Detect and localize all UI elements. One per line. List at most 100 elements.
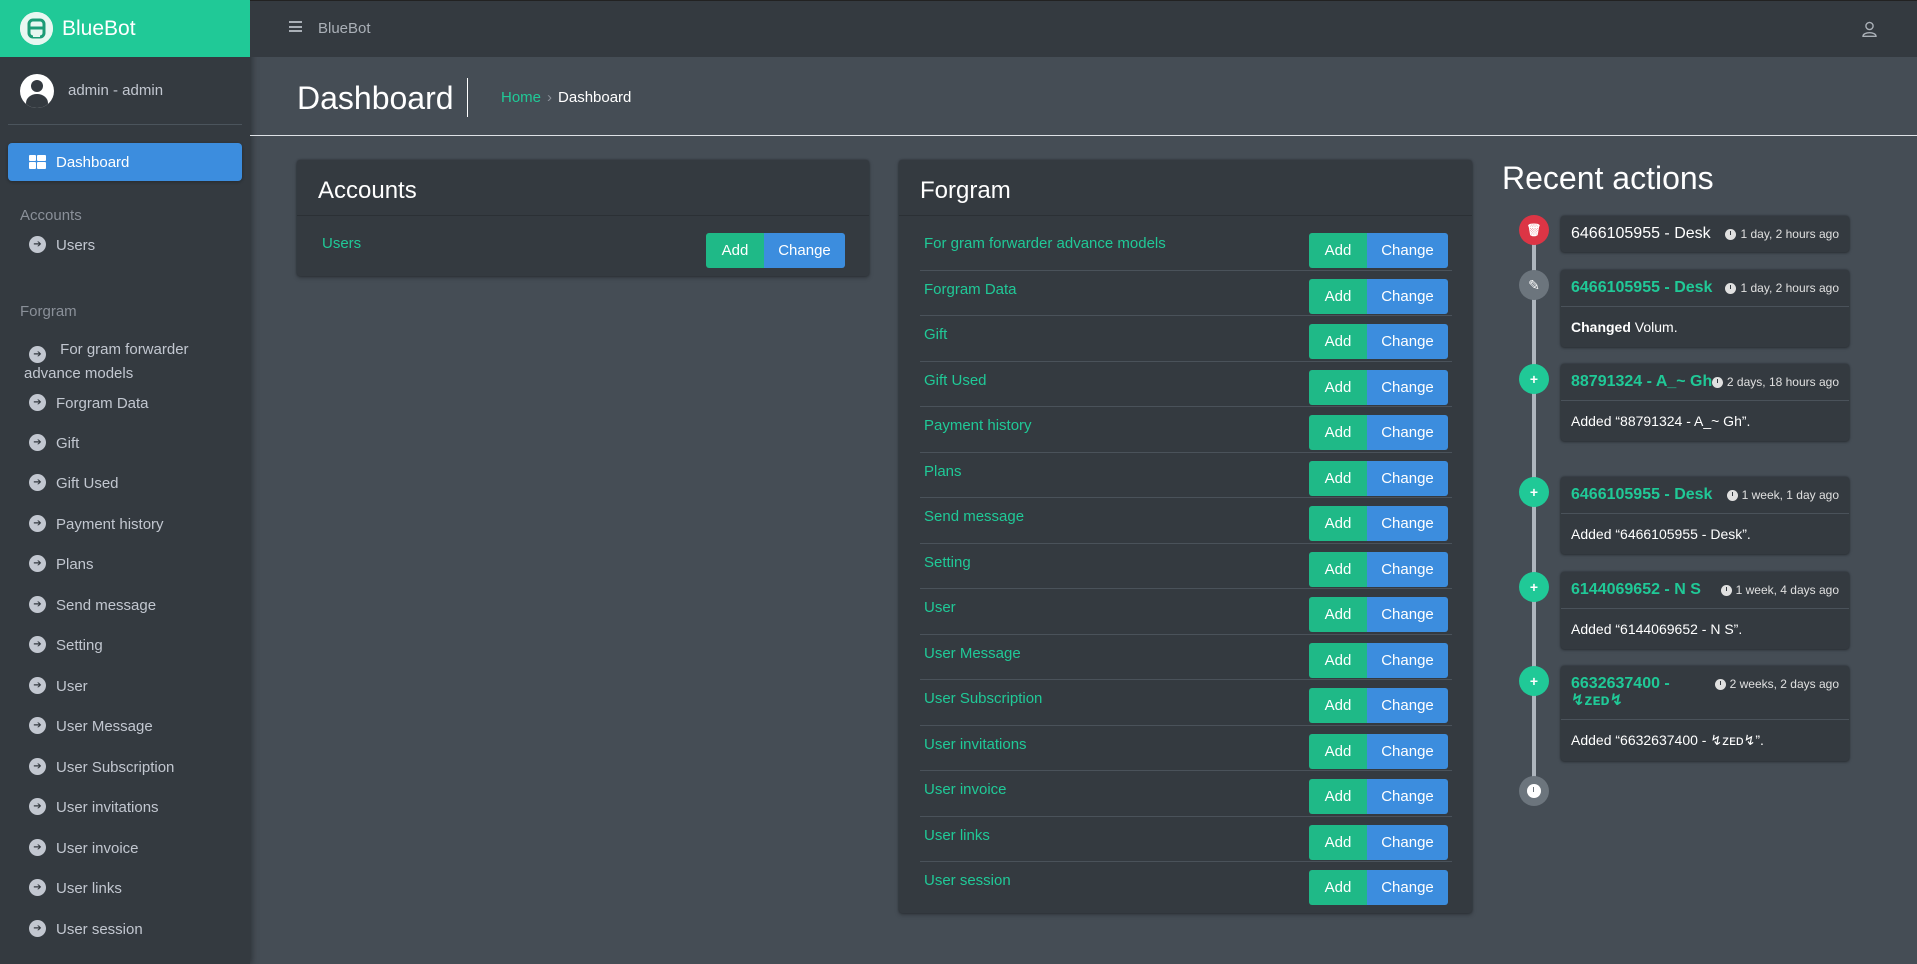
add-button[interactable]: Add (1309, 870, 1367, 905)
arrow-circle-right-icon: ➔ (29, 434, 46, 451)
change-button[interactable]: Change (1367, 824, 1448, 860)
sidebar-item-label: Dashboard (56, 153, 130, 171)
arrow-circle-right-icon: ➔ (29, 394, 46, 411)
add-button[interactable]: Add (1309, 233, 1367, 268)
change-button[interactable]: Change (1367, 369, 1448, 405)
sidebar-item-send-message[interactable]: ➔ Send message (29, 595, 244, 616)
brand-link[interactable]: BlueBot (0, 0, 250, 57)
model-link-user[interactable]: User (924, 599, 956, 616)
change-button[interactable]: Change (1367, 779, 1448, 814)
change-button[interactable]: Change (1367, 460, 1448, 496)
add-button[interactable]: Add (1309, 278, 1367, 314)
arrow-circle-right-icon: ➔ (29, 596, 46, 613)
model-link-user-session[interactable]: User session (924, 872, 1011, 889)
sidebar-item-user-subscription[interactable]: ➔ User Subscription (29, 757, 244, 778)
recent-action-body: Added “88791324 - A_~ Gh”. (1561, 401, 1849, 441)
sidebar-item-user-invitations[interactable]: ➔ User invitations (29, 797, 244, 818)
model-row: Send message Add Change (920, 498, 1452, 544)
recent-action-link[interactable]: 6466105955 - Desk (1571, 486, 1712, 503)
app-card-title[interactable]: Forgram (899, 160, 1472, 216)
sidebar-item-user-message[interactable]: ➔ User Message (29, 716, 244, 737)
sidebar-item-users[interactable]: ➔ Users (29, 235, 244, 256)
recent-action-link[interactable]: 6466105955 - Desk (1571, 279, 1712, 296)
add-button[interactable]: Add (1309, 688, 1367, 723)
model-link-user-message[interactable]: User Message (924, 645, 1021, 662)
clock-icon (1726, 489, 1738, 501)
user-name[interactable]: admin - admin (68, 82, 163, 99)
sidebar-item-user-invoice[interactable]: ➔ User invoice (29, 838, 244, 859)
model-row: User session Add Change (920, 862, 1452, 908)
sidebar-item-gift-used[interactable]: ➔ Gift Used (29, 473, 244, 494)
change-button[interactable]: Change (1367, 551, 1448, 587)
sidebar-item-forgram-data[interactable]: ➔ Forgram Data (29, 393, 244, 414)
add-button[interactable]: Add (1309, 597, 1367, 632)
model-actions: Add Change (1309, 597, 1448, 632)
recent-action-header: 6632637400 - ↯ᴢᴇᴅ↯ 2 weeks, 2 days ago (1561, 666, 1849, 720)
recent-action-detail: Added “88791324 - A_~ Gh”. (1571, 413, 1751, 429)
recent-action-time: 1 week, 1 day ago (1726, 488, 1839, 502)
add-button[interactable]: Add (1309, 733, 1367, 769)
add-button[interactable]: Add (1309, 369, 1367, 405)
sidebar-item-user[interactable]: ➔ User (29, 676, 244, 697)
add-button[interactable]: Add (706, 233, 764, 268)
model-link-user-invitations[interactable]: User invitations (924, 736, 1027, 753)
add-button[interactable]: Add (1309, 415, 1367, 450)
model-link-user-invoice[interactable]: User invoice (924, 781, 1007, 798)
topbar-title[interactable]: BlueBot (318, 20, 371, 37)
model-link-forgram-data[interactable]: Forgram Data (924, 281, 1017, 298)
change-button[interactable]: Change (1367, 324, 1448, 359)
sidebar-item-label: Payment history (56, 516, 164, 533)
model-row: Gift Used Add Change (920, 362, 1452, 407)
sidebar-item-plans[interactable]: ➔ Plans (29, 554, 244, 575)
sidebar-item-label: User links (56, 880, 122, 897)
breadcrumb-home-link[interactable]: Home (501, 89, 541, 106)
add-button[interactable]: Add (1309, 642, 1367, 678)
add-button[interactable]: Add (1309, 824, 1367, 860)
change-button[interactable]: Change (1367, 506, 1448, 541)
change-button[interactable]: Change (764, 233, 845, 268)
model-link-users[interactable]: Users (322, 235, 361, 252)
add-button[interactable]: Add (1309, 551, 1367, 587)
model-link-gift[interactable]: Gift (924, 326, 947, 343)
sidebar-item-user-session[interactable]: ➔ User session (29, 919, 244, 940)
model-link-gift-used[interactable]: Gift Used (924, 372, 987, 389)
change-button[interactable]: Change (1367, 597, 1448, 632)
model-link-setting[interactable]: Setting (924, 554, 971, 571)
app-card-title[interactable]: Accounts (297, 160, 869, 216)
sidebar-item-user-links[interactable]: ➔ User links (29, 878, 244, 899)
model-link-user-subscription[interactable]: User Subscription (924, 690, 1042, 707)
sidebar-item-gift[interactable]: ➔ Gift (29, 433, 244, 454)
recent-action-time-text: 2 days, 18 hours ago (1726, 375, 1839, 389)
recent-action-link[interactable]: 6144069652 - N S (1571, 581, 1701, 598)
sidebar-item-for-gram-forwarder-advance-models[interactable]: ➔ For gram forwarder advance models (24, 339, 239, 384)
user-panel[interactable]: admin - admin (8, 57, 242, 125)
menu-toggle-icon[interactable] (289, 21, 302, 32)
model-link-for-gram-forwarder-advance-models[interactable]: For gram forwarder advance models (924, 235, 1166, 252)
change-button[interactable]: Change (1367, 733, 1448, 769)
user-icon[interactable] (1862, 21, 1877, 37)
model-row: User Add Change (920, 589, 1452, 635)
arrow-circle-right-icon: ➔ (29, 515, 46, 532)
model-link-payment-history[interactable]: Payment history (924, 417, 1032, 434)
sidebar-item-setting[interactable]: ➔ Setting (29, 635, 244, 656)
add-button[interactable]: Add (1309, 460, 1367, 496)
recent-action-link[interactable]: 6632637400 - ↯ᴢᴇᴅ↯ (1571, 675, 1721, 709)
model-link-plans[interactable]: Plans (924, 463, 962, 480)
change-button[interactable]: Change (1367, 233, 1448, 268)
change-button[interactable]: Change (1367, 278, 1448, 314)
model-link-user-links[interactable]: User links (924, 827, 990, 844)
sidebar-item-dashboard[interactable]: Dashboard (8, 143, 242, 181)
add-button[interactable]: Add (1309, 324, 1367, 359)
change-button[interactable]: Change (1367, 642, 1448, 678)
recent-action-link[interactable]: 88791324 - A_~ Gh (1571, 373, 1712, 390)
change-button[interactable]: Change (1367, 415, 1448, 450)
change-button[interactable]: Change (1367, 688, 1448, 723)
sidebar-item-payment-history[interactable]: ➔ Payment history (29, 514, 244, 535)
add-button[interactable]: Add (1309, 779, 1367, 814)
add-button[interactable]: Add (1309, 506, 1367, 541)
recent-action-item: 6466105955 - Desk 1 week, 1 day ago Added … (1561, 477, 1849, 554)
model-row: Forgram Data Add Change (920, 271, 1452, 316)
arrow-circle-right-icon: ➔ (29, 236, 46, 253)
change-button[interactable]: Change (1367, 870, 1448, 905)
model-link-send-message[interactable]: Send message (924, 508, 1024, 525)
